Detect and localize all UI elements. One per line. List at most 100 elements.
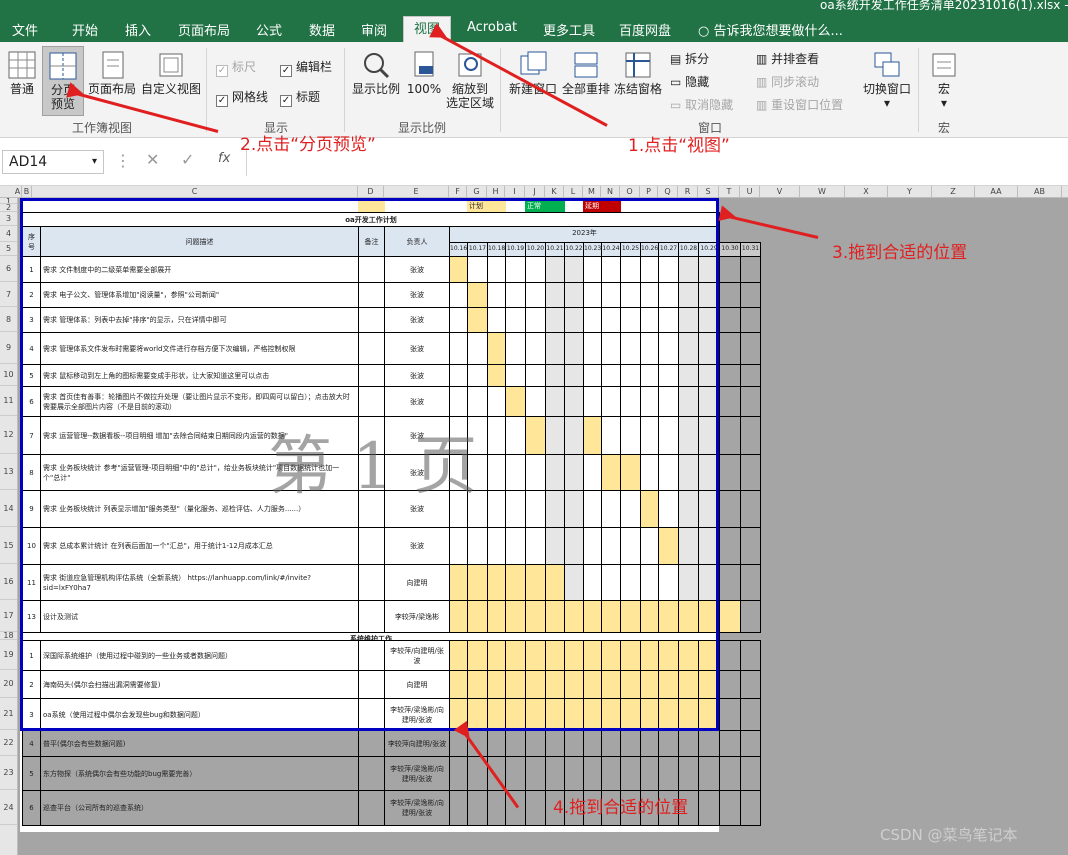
schedule-cell[interactable]: [545, 564, 565, 601]
task-desc[interactable]: 需求 街道应急管理机构评估系统（全新系统） https://lanhuapp.c…: [40, 564, 359, 601]
function-icon[interactable]: fx: [218, 151, 230, 166]
header-date[interactable]: 10.16: [449, 242, 468, 257]
schedule-cell[interactable]: [740, 730, 761, 757]
schedule-cell[interactable]: [740, 670, 761, 699]
maint-owner[interactable]: 李较萍/梁逸彬/向建明/张波: [384, 790, 450, 826]
task-seq[interactable]: 7: [22, 416, 41, 455]
schedule-cell[interactable]: [525, 600, 546, 633]
schedule-cell[interactable]: [487, 490, 506, 528]
schedule-cell[interactable]: [505, 332, 526, 365]
task-seq[interactable]: 11: [22, 564, 41, 601]
schedule-cell[interactable]: [658, 256, 679, 283]
schedule-cell[interactable]: [505, 730, 526, 757]
schedule-cell[interactable]: [658, 600, 679, 633]
schedule-cell[interactable]: [487, 527, 506, 565]
schedule-cell[interactable]: [467, 332, 488, 365]
schedule-cell[interactable]: [525, 454, 546, 491]
schedule-cell[interactable]: [545, 454, 565, 491]
schedule-cell[interactable]: [640, 730, 659, 757]
schedule-cell[interactable]: [678, 454, 699, 491]
schedule-cell[interactable]: [583, 256, 602, 283]
schedule-cell[interactable]: [545, 416, 565, 455]
header-date[interactable]: 10.23: [583, 242, 602, 257]
schedule-cell[interactable]: [698, 564, 720, 601]
schedule-cell[interactable]: [740, 364, 761, 387]
schedule-cell[interactable]: [740, 640, 761, 671]
schedule-cell[interactable]: [678, 527, 699, 565]
row-header-3[interactable]: 3: [0, 212, 17, 226]
schedule-cell[interactable]: [740, 490, 761, 528]
schedule-cell[interactable]: [640, 307, 659, 333]
schedule-cell[interactable]: [545, 756, 565, 791]
header-date[interactable]: 10.26: [640, 242, 659, 257]
schedule-cell[interactable]: [467, 282, 488, 308]
schedule-cell[interactable]: [505, 490, 526, 528]
schedule-cell[interactable]: [583, 730, 602, 757]
schedule-cell[interactable]: [698, 256, 720, 283]
schedule-cell[interactable]: [449, 670, 468, 699]
schedule-cell[interactable]: [719, 282, 741, 308]
schedule-cell[interactable]: [719, 790, 741, 826]
header-date[interactable]: 10.27: [658, 242, 679, 257]
maint-note[interactable]: [358, 640, 385, 671]
maint-seq[interactable]: 6: [22, 790, 41, 826]
column-header-f[interactable]: F: [449, 186, 467, 198]
schedule-cell[interactable]: [601, 490, 621, 528]
maint-desc[interactable]: 东方物探（系统偶尔会有些功能的bug需要完善）: [40, 756, 359, 791]
schedule-cell[interactable]: [740, 527, 761, 565]
schedule-cell[interactable]: [583, 756, 602, 791]
schedule-cell[interactable]: [601, 600, 621, 633]
maint-seq[interactable]: 1: [22, 640, 41, 671]
schedule-cell[interactable]: [545, 600, 565, 633]
schedule-cell[interactable]: [487, 386, 506, 417]
task-desc[interactable]: 需求 首页佳有善事：轮播图片不做拉升处理（要让图片显示不变形，即四周可以留白）；…: [40, 386, 359, 417]
column-header-a[interactable]: A: [14, 186, 22, 198]
cancel-icon[interactable]: ✕: [146, 150, 159, 169]
schedule-cell[interactable]: [601, 256, 621, 283]
task-owner[interactable]: 向建明: [384, 564, 450, 601]
schedule-cell[interactable]: [620, 256, 641, 283]
header-seq[interactable]: 序号: [22, 226, 41, 257]
schedule-cell[interactable]: [525, 416, 546, 455]
column-header-j[interactable]: J: [525, 186, 545, 198]
maint-note[interactable]: [358, 698, 385, 731]
schedule-cell[interactable]: [601, 730, 621, 757]
maint-owner[interactable]: 李较萍/梁逸彬/向建明/张波: [384, 756, 450, 791]
schedule-cell[interactable]: [583, 307, 602, 333]
schedule-cell[interactable]: [719, 600, 741, 633]
schedule-cell[interactable]: [449, 756, 468, 791]
task-desc[interactable]: 需求 管理体系文件发布时需要将world文件进行存档方便下次编辑，严格控制权限: [40, 332, 359, 365]
schedule-cell[interactable]: [620, 640, 641, 671]
column-header-n[interactable]: N: [601, 186, 620, 198]
schedule-cell[interactable]: [740, 307, 761, 333]
column-header-z[interactable]: Z: [932, 186, 975, 198]
schedule-cell[interactable]: [719, 416, 741, 455]
schedule-cell[interactable]: [545, 640, 565, 671]
schedule-cell[interactable]: [698, 454, 720, 491]
schedule-cell[interactable]: [698, 756, 720, 791]
column-header-aa[interactable]: AA: [975, 186, 1018, 198]
header-date[interactable]: 10.28: [678, 242, 699, 257]
schedule-cell[interactable]: [601, 364, 621, 387]
schedule-cell[interactable]: [564, 386, 584, 417]
task-seq[interactable]: 10: [22, 527, 41, 565]
schedule-cell[interactable]: [467, 307, 488, 333]
header-date[interactable]: 10.21: [545, 242, 565, 257]
schedule-cell[interactable]: [505, 670, 526, 699]
column-header-k[interactable]: K: [545, 186, 564, 198]
schedule-cell[interactable]: [583, 527, 602, 565]
task-seq[interactable]: 1: [22, 256, 41, 283]
schedule-cell[interactable]: [678, 490, 699, 528]
tab-file[interactable]: 文件: [12, 20, 38, 39]
schedule-cell[interactable]: [740, 454, 761, 491]
schedule-cell[interactable]: [678, 364, 699, 387]
maint-seq[interactable]: 3: [22, 698, 41, 731]
header-date[interactable]: 10.29: [698, 242, 720, 257]
schedule-cell[interactable]: [545, 307, 565, 333]
schedule-cell[interactable]: [740, 386, 761, 417]
header-date[interactable]: 10.24: [601, 242, 621, 257]
schedule-cell[interactable]: [525, 756, 546, 791]
schedule-cell[interactable]: [719, 307, 741, 333]
schedule-cell[interactable]: [487, 332, 506, 365]
schedule-cell[interactable]: [740, 790, 761, 826]
